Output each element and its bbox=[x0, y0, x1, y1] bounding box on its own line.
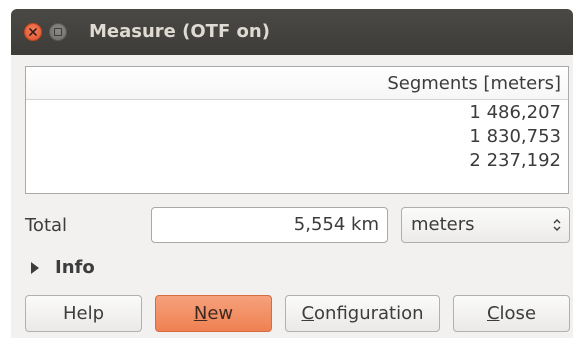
up-down-arrows-icon bbox=[553, 219, 561, 231]
new-button-mnemonic: N bbox=[193, 303, 208, 324]
window-title: Measure (OTF on) bbox=[89, 21, 270, 42]
minimize-window-button[interactable] bbox=[49, 23, 67, 41]
unit-select[interactable]: meters bbox=[401, 207, 570, 243]
close-button-mnemonic: C bbox=[486, 303, 500, 324]
close-icon bbox=[29, 28, 37, 36]
help-button-label: Help bbox=[62, 303, 105, 324]
triangle-right-icon bbox=[31, 262, 39, 274]
segments-rows: 1 486,207 1 830,753 2 237,192 bbox=[26, 100, 568, 173]
table-row[interactable]: 1 830,753 bbox=[26, 125, 568, 149]
table-row[interactable]: 2 237,192 bbox=[26, 149, 568, 173]
unit-select-value: meters bbox=[411, 214, 475, 235]
measure-dialog: Measure (OTF on) Segments [meters] 1 486… bbox=[11, 9, 573, 338]
close-button[interactable]: Close bbox=[453, 295, 570, 332]
segments-column-header[interactable]: Segments [meters] bbox=[26, 67, 568, 100]
close-window-button[interactable] bbox=[24, 23, 42, 41]
configuration-button[interactable]: Configuration bbox=[285, 295, 440, 332]
total-label: Total bbox=[25, 215, 68, 236]
info-label: Info bbox=[55, 257, 95, 278]
new-button[interactable]: New bbox=[155, 295, 272, 332]
configuration-button-mnemonic: C bbox=[301, 303, 315, 324]
title-bar: Measure (OTF on) bbox=[11, 9, 573, 55]
segments-table[interactable]: Segments [meters] 1 486,207 1 830,753 2 … bbox=[25, 66, 569, 194]
help-button[interactable]: Help bbox=[25, 295, 142, 332]
total-value-field[interactable]: 5,554 km bbox=[151, 207, 388, 243]
close-button-label: lose bbox=[499, 303, 537, 324]
table-row[interactable]: 1 486,207 bbox=[26, 101, 568, 125]
new-button-label: ew bbox=[207, 303, 234, 324]
configuration-button-label: onfiguration bbox=[314, 303, 424, 324]
